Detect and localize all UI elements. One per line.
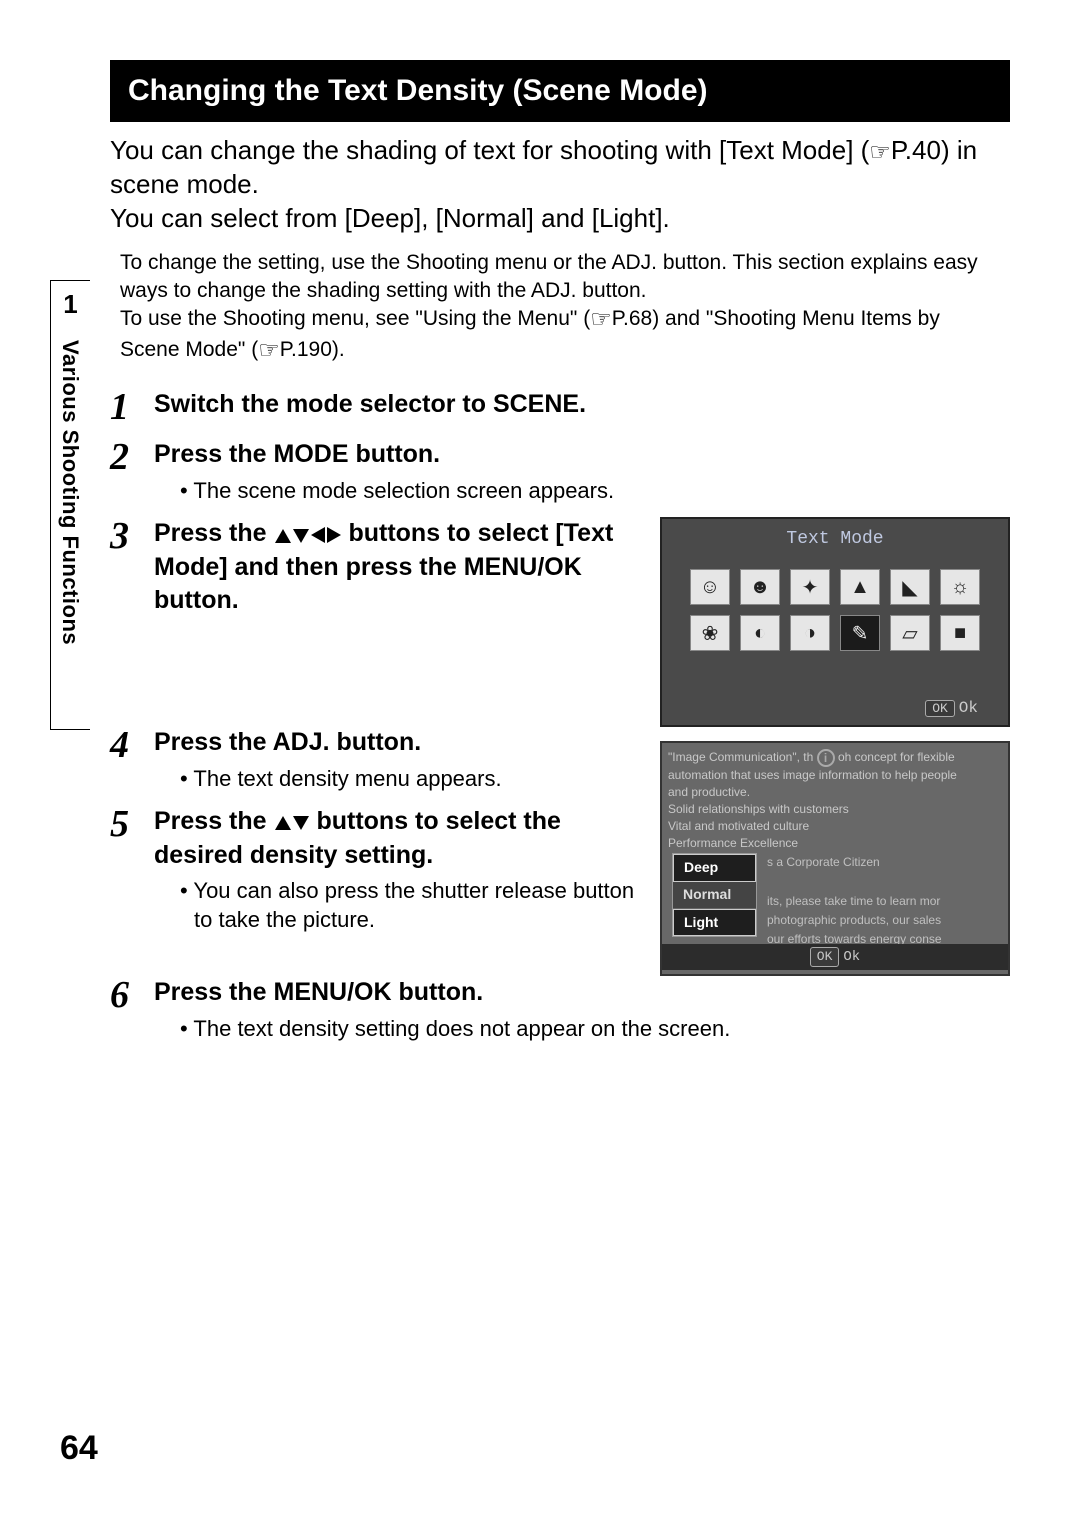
scene-icon-grid: ☺ ☻ ✦ ▲ ◣ ☼ ❀ ◐ ◑ ✎ ▱ ■: [662, 569, 1008, 681]
scene-icon-landscape: ▲: [840, 569, 880, 605]
ok-label: Ok: [959, 699, 978, 717]
step-6: 6 Press the MENU/OK button. The text den…: [110, 976, 1010, 1043]
scene-icon-sepia: ◑: [790, 615, 830, 651]
chapter-number: 1: [51, 281, 90, 320]
step-title: Press the buttons to select [Text Mode] …: [154, 517, 640, 616]
screen-scene-select: Text Mode ☺ ☻ ✦ ▲ ◣ ☼ ❀ ◐ ◑ ✎ ▱ ■: [660, 517, 1010, 727]
step-number: 4: [110, 726, 154, 764]
step-number: 2: [110, 438, 154, 476]
dpad-icon: [274, 519, 342, 552]
ok-badge-icon: OK: [925, 700, 955, 717]
scene-icon-face: ☻: [740, 569, 780, 605]
info-icon: i: [817, 749, 835, 767]
step-4: 4 Press the ADJ. button. The text densit…: [110, 726, 640, 793]
screen-title: Text Mode: [662, 519, 1008, 569]
screen-footer: OKOk: [662, 681, 1008, 725]
hand-pointer-icon: ☞: [590, 304, 612, 335]
ok-badge-icon: OK: [810, 947, 840, 967]
hand-pointer-icon: ☞: [869, 137, 891, 168]
density-normal: Normal: [673, 882, 756, 909]
screen-density-menu: "Image Communication", th i oh concept f…: [660, 741, 1010, 976]
intro-ref1: P.40: [891, 135, 941, 165]
scene-icon-movie: ■: [940, 615, 980, 651]
page-number: 64: [60, 1429, 98, 1468]
intro-line2: You can select from [Deep], [Normal] and…: [110, 203, 670, 233]
hand-pointer-icon: ☞: [258, 335, 280, 366]
density-deep: Deep: [673, 854, 756, 882]
step-2: 2 Press the MODE button. The scene mode …: [110, 438, 1010, 505]
scene-icon-zoom-macro: ❀: [690, 615, 730, 651]
step-title: Press the ADJ. button.: [154, 726, 640, 759]
step-title: Switch the mode selector to SCENE.: [154, 388, 1010, 421]
step-title: Press the MODE button.: [154, 438, 1010, 471]
step-number: 3: [110, 517, 154, 555]
step-bullet: The text density menu appears.: [180, 765, 640, 794]
scene-icon-skew: ▱: [890, 615, 930, 651]
intro-line1a: You can change the shading of text for s…: [110, 135, 869, 165]
density-light: Light: [673, 909, 756, 937]
section-header: Changing the Text Density (Scene Mode): [110, 60, 1010, 122]
screen2-bg-text: "Image Communication", th i oh concept f…: [668, 749, 1008, 851]
chapter-side-tab: 1 Various Shooting Functions: [50, 280, 90, 730]
note-p1: To change the setting, use the Shooting …: [120, 249, 1000, 304]
chapter-title: Various Shooting Functions: [51, 320, 89, 645]
step-number: 5: [110, 805, 154, 843]
intro-text: You can change the shading of text for s…: [110, 134, 1010, 235]
ok-label: Ok: [843, 949, 860, 965]
step-title: Press the buttons to select the desired …: [154, 805, 640, 871]
step-3: 3 Press the buttons to select [Text Mode…: [110, 517, 640, 616]
steps-list: 1 Switch the mode selector to SCENE. 2 P…: [110, 388, 1010, 1043]
step-title: Press the MENU/OK button.: [154, 976, 1010, 1009]
step-number: 6: [110, 976, 154, 1014]
step-bullet: You can also press the shutter release b…: [180, 877, 640, 934]
screen2-right-text: s a Corporate Citizen its, please take t…: [767, 853, 942, 949]
scene-icon-nightscape: ◣: [890, 569, 930, 605]
step-bullet: The scene mode selection screen appears.: [180, 477, 1010, 506]
scene-icon-text-selected: ✎: [840, 615, 880, 651]
step-5: 5 Press the buttons to select the desire…: [110, 805, 640, 934]
screen2-footer: OKOk: [662, 944, 1008, 971]
scene-icon-portrait: ☺: [690, 569, 730, 605]
step-number: 1: [110, 388, 154, 426]
scene-icon-bw: ◐: [740, 615, 780, 651]
up-down-icon: [274, 806, 310, 839]
step-1: 1 Switch the mode selector to SCENE.: [110, 388, 1010, 426]
note-p2: To use the Shooting menu, see "Using the…: [120, 304, 1000, 366]
density-option-list: Deep Normal Light: [672, 853, 757, 937]
scene-icon-high-sens: ☼: [940, 569, 980, 605]
step-bullet: The text density setting does not appear…: [180, 1015, 1010, 1044]
scene-icon-sports: ✦: [790, 569, 830, 605]
note-box: To change the setting, use the Shooting …: [110, 249, 1010, 374]
